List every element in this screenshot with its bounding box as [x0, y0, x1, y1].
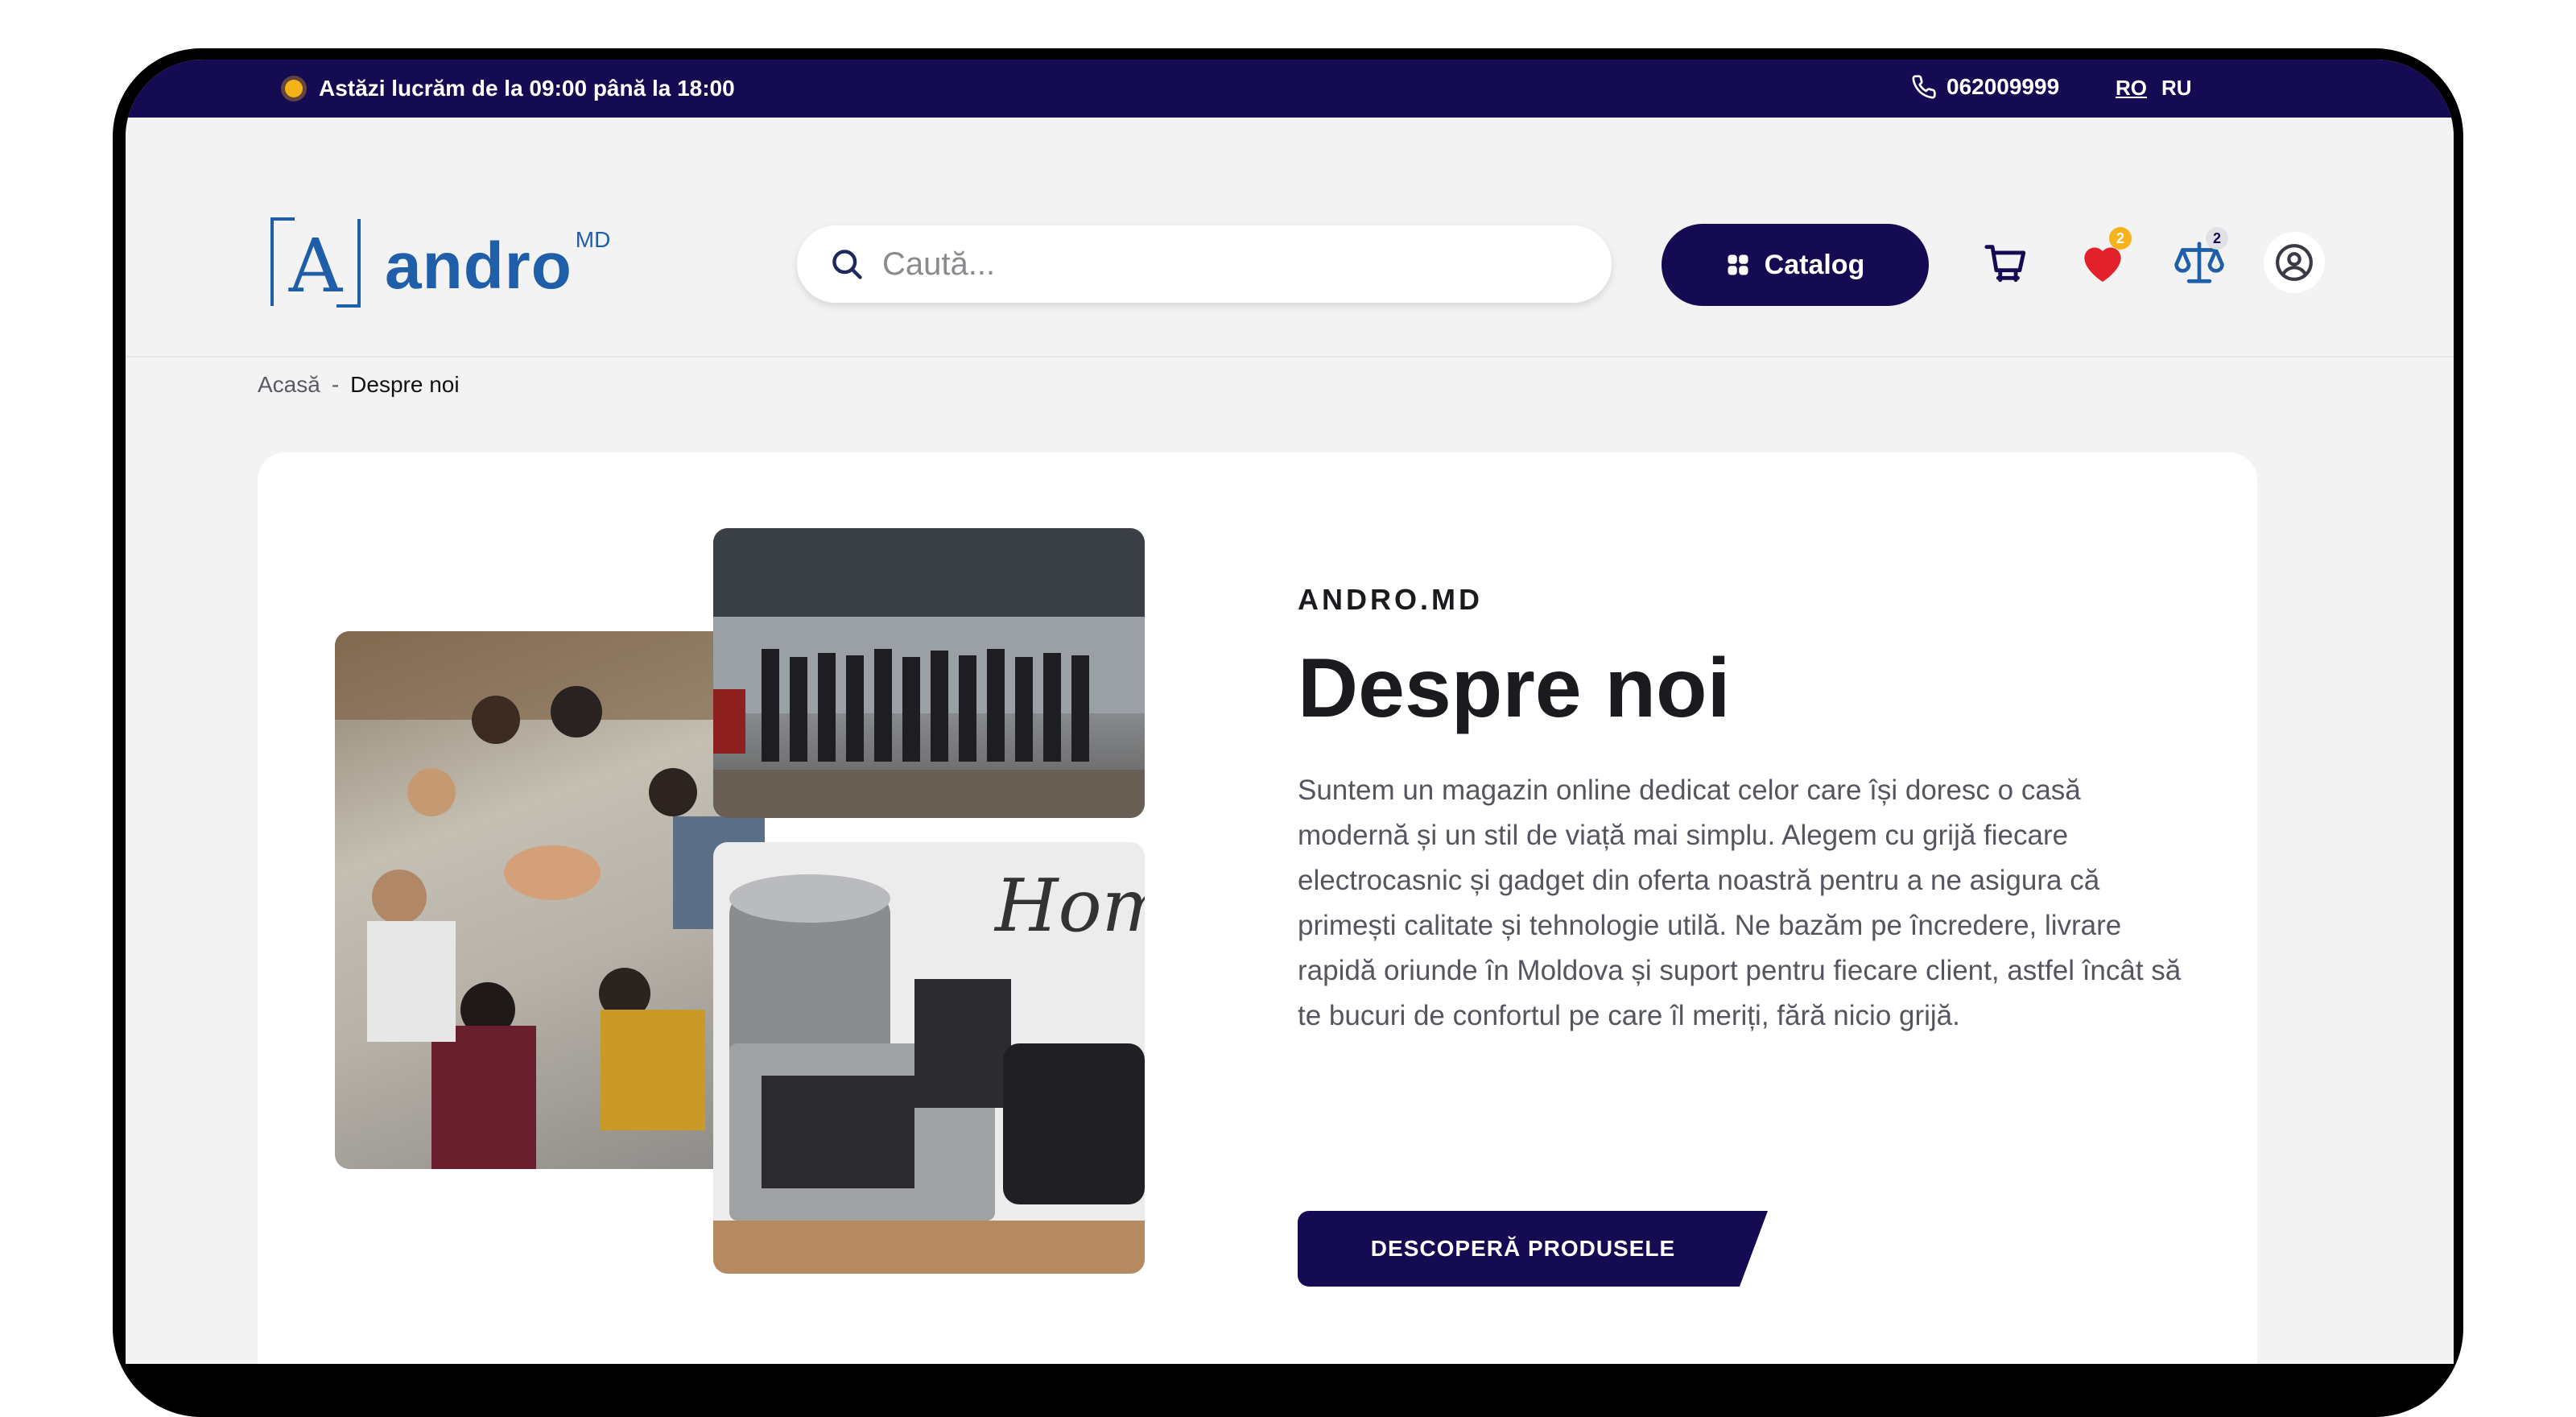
- user-icon: [2276, 244, 2313, 281]
- top-info-bar: Astăzi lucrăm de la 09:00 până la 18:00 …: [126, 60, 2454, 118]
- about-description: Suntem un magazin online dedicat celor c…: [1298, 775, 2182, 1031]
- phone-link[interactable]: 062009999: [1911, 74, 2059, 100]
- search-bar: [797, 225, 1612, 303]
- cart-icon: [1984, 245, 2026, 283]
- avatar: [2264, 232, 2325, 293]
- logo-text: andro: [385, 229, 572, 303]
- wishlist-count-badge: 2: [2109, 227, 2132, 250]
- phone-number: 062009999: [1946, 74, 2060, 99]
- team-hands-photo: [335, 631, 765, 1169]
- working-hours-text: Astăzi lucrăm de la 09:00 până la 18:00: [319, 76, 735, 101]
- svg-text:A: A: [288, 223, 344, 308]
- breadcrumb: Acasă - Despre noi: [258, 372, 460, 398]
- catalog-button[interactable]: Catalog: [1662, 224, 1929, 306]
- search-icon[interactable]: [829, 246, 865, 282]
- lang-ro[interactable]: RO: [2116, 76, 2147, 101]
- wishlist-button[interactable]: 2: [2072, 227, 2133, 293]
- lang-ru[interactable]: RU: [2161, 76, 2192, 101]
- logo[interactable]: A andro MD: [270, 217, 611, 309]
- breadcrumb-home[interactable]: Acasă: [258, 372, 320, 398]
- section-eyebrow: ANDRO.MD: [1298, 583, 1483, 616]
- discover-products-button[interactable]: DESCOPERĂ PRODUSELE: [1298, 1211, 1768, 1287]
- about-card: Home ANDRO.MD Despre noi Suntem un magaz…: [258, 452, 2257, 1364]
- breadcrumb-separator: -: [331, 372, 340, 397]
- search-input[interactable]: [881, 245, 1592, 283]
- logo-superscript: MD: [575, 227, 611, 252]
- grid-icon: [1728, 254, 1748, 275]
- phone-icon: [1912, 75, 1936, 99]
- browser-screen: Astăzi lucrăm de la 09:00 până la 18:00 …: [126, 60, 2454, 1364]
- language-switcher: RO RU: [2116, 76, 2192, 101]
- breadcrumb-current: Despre noi: [350, 372, 460, 397]
- compare-count-badge: 2: [2206, 227, 2228, 250]
- account-button[interactable]: [2264, 232, 2325, 293]
- compare-button[interactable]: 2: [2169, 227, 2230, 293]
- cart-button[interactable]: [1975, 232, 2037, 293]
- catalog-label: Catalog: [1764, 249, 1865, 280]
- team-office-photo: [713, 528, 1145, 818]
- site-header: A andro MD Catalog: [126, 118, 2454, 357]
- svg-text:Home: Home: [993, 864, 1145, 948]
- working-hours: Astăzi lucrăm de la 09:00 până la 18:00: [285, 76, 735, 101]
- home-appliances-photo: Home: [713, 842, 1145, 1274]
- status-dot-icon: [285, 80, 303, 97]
- logo-mark-icon: A: [270, 217, 361, 309]
- page-title: Despre noi: [1298, 642, 1731, 735]
